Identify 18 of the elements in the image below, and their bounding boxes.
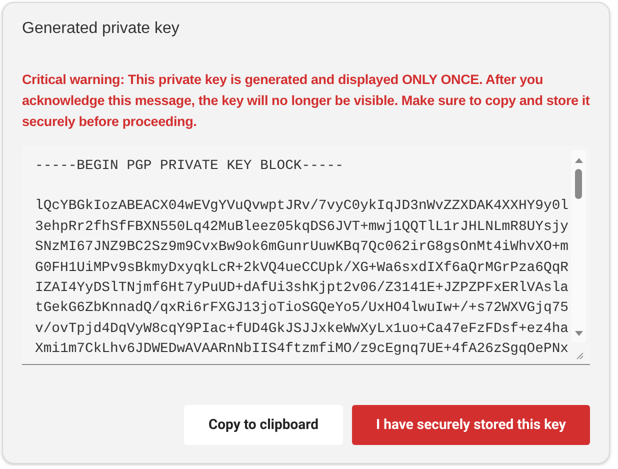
dialog-title: Generated private key bbox=[22, 19, 180, 39]
key-text-line: SNzMI67JNZ9BC2Sz9m9CvxBw9ok6mGunrUuwKBq7Qc062irG8gsOnMt4iWhvXO+m bbox=[35, 238, 568, 258]
copy-button[interactable]: Copy to clipboard bbox=[184, 405, 343, 445]
key-text-line: v/ovTpjd4DqVyW8cqY9PIac+fUD4GkJSJJxkeWwXyLx1uo+Ca47eFzFDsf+ez4ha bbox=[35, 320, 568, 339]
key-text-line: 3ehpRr2fhSfFBXN550Lq42MuBleez05kqDS6JVT+mwj1QQTlL1rJHLNLmR8UYsjy bbox=[35, 218, 568, 237]
scroll-down-icon[interactable] bbox=[574, 330, 584, 338]
key-text-line: tGekG6ZbKnnadQ/qxRi6rFXGJ13joTioSGQeYo5/UxHO4lwuIw+/+s72WXVGjq75 bbox=[35, 299, 568, 318]
key-text-line: IZAI4YyDSlTNjmf6Ht7yPuUD+dAfUi3shKjpt2v06/Z3141E+JZPZPFxERlVAsla bbox=[35, 279, 568, 298]
key-header-line: -----BEGIN PGP PRIVATE KEY BLOCK----- bbox=[35, 157, 344, 176]
scroll-up-icon[interactable] bbox=[574, 156, 584, 164]
scrollbar-thumb[interactable] bbox=[575, 169, 582, 199]
key-text-line: lQcYBGkIozABEACX04wEVgYVuQvwptJRv/7vyC0ykIqJD3nWvZZXDAK4XXHY9y0l bbox=[35, 197, 568, 216]
warning-text: Critical warning: This private key is generated and displayed ONLY ONCE. After you acknowledge this message, the key will no longer be visible. Make sure to copy and store it securely before proceeding. bbox=[22, 71, 590, 131]
key-text-line: Xmi1m7CkLhv6JDWEDwAVAARnNbIIS4ftzmfiMO/z9cEgnq7UE+4fA26zSgqOePNx bbox=[35, 340, 568, 360]
resize-handle-icon[interactable] bbox=[576, 352, 584, 360]
key-text-line: G0FH1UiMPv9sBkmyDxyqkLcR+2kVQ4ueCCUpk/XG+Wa6sxdIXf6aQrMGrPza6QqR bbox=[35, 258, 568, 278]
confirm-button[interactable]: I have securely stored this key bbox=[352, 405, 590, 445]
scrollbar[interactable] bbox=[571, 150, 586, 342]
